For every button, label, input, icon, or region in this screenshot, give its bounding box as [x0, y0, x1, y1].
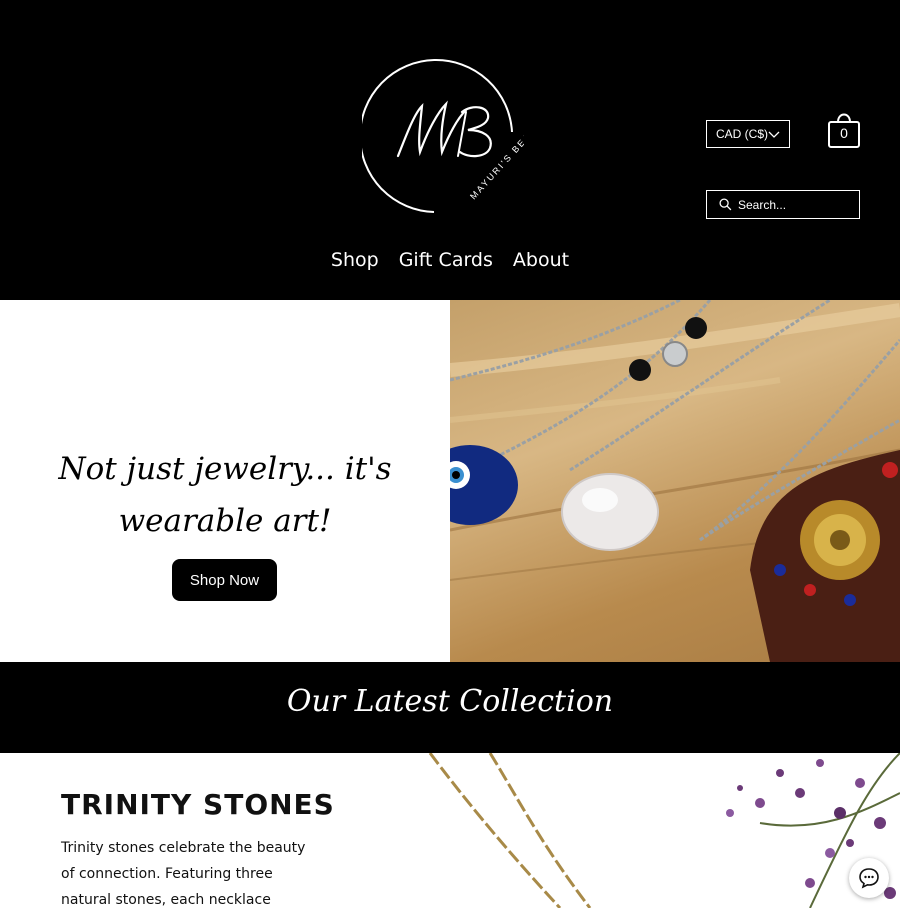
necklace-photo	[450, 300, 900, 662]
collection-heading: Our Latest Collection	[286, 684, 614, 719]
search-input[interactable]	[738, 197, 848, 212]
hero-tagline: Not just jewelry... it's wearable art!	[30, 443, 420, 547]
tagline-line-1: Not just jewelry... it's	[58, 451, 392, 487]
hero-text-panel: Not just jewelry... it's wearable art! S…	[0, 300, 450, 662]
shop-now-button[interactable]: Shop Now	[172, 559, 277, 601]
chevron-down-icon	[768, 131, 780, 138]
tagline-line-2: wearable art!	[118, 503, 332, 539]
hero-image	[450, 300, 900, 662]
product-description: Trinity stones celebrate the beauty of c…	[61, 840, 306, 908]
collection-banner: Our Latest Collection	[0, 662, 900, 753]
cart-count: 0	[840, 125, 848, 141]
nav-gift-cards[interactable]: Gift Cards	[399, 249, 493, 271]
site-header: MAYURI'S BEADS CAD (C$) 0 Shop Gift Card…	[0, 0, 900, 300]
product-title: TRINITY STONES	[61, 788, 335, 821]
main-nav: Shop Gift Cards About	[0, 249, 900, 271]
currency-label: CAD (C$)	[716, 127, 769, 141]
chat-icon	[859, 868, 879, 889]
currency-selector[interactable]: CAD (C$)	[706, 120, 790, 148]
nav-about[interactable]: About	[513, 249, 569, 271]
chain-necklace-image	[428, 753, 592, 908]
search-icon	[719, 198, 732, 211]
logo[interactable]: MAYURI'S BEADS	[362, 56, 524, 218]
search-box[interactable]	[706, 190, 860, 219]
cart-button[interactable]: 0	[826, 108, 862, 150]
chat-button[interactable]	[849, 858, 889, 898]
nav-shop[interactable]: Shop	[331, 249, 379, 271]
product-section: TRINITY STONES Trinity stones celebrate …	[0, 753, 900, 908]
